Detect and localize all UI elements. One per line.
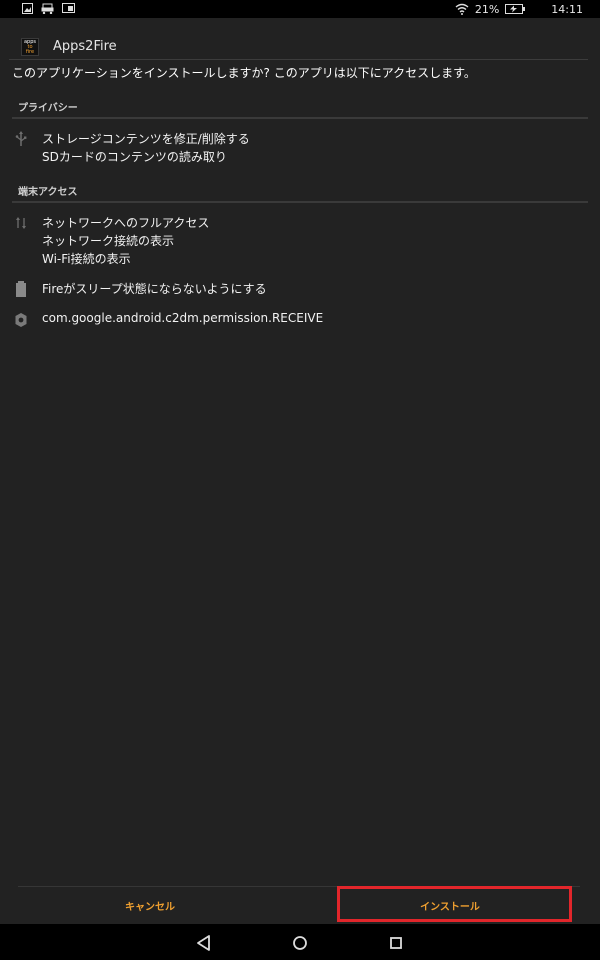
wifi-icon xyxy=(455,3,469,15)
header-divider xyxy=(9,59,588,60)
permission-item: ネットワークへのフルアクセス xyxy=(42,216,210,230)
status-bar: 21% 14:11 xyxy=(0,0,600,18)
recents-icon[interactable] xyxy=(386,933,406,953)
clock: 14:11 xyxy=(551,2,583,16)
section-title-privacy: プライバシー xyxy=(18,103,78,114)
permission-item: Wi-Fi接続の表示 xyxy=(42,252,131,266)
cast-icon xyxy=(62,3,75,13)
install-dialog-screen: 21% 14:11 apps to fire Apps2Fire このアプリケー… xyxy=(0,0,600,960)
navigation-bar xyxy=(0,924,600,960)
app-header: apps to fire Apps2Fire xyxy=(0,36,600,60)
install-button[interactable]: インストール xyxy=(300,887,600,923)
notification-icons xyxy=(22,3,75,14)
section-title-device-access: 端末アクセス xyxy=(18,187,78,198)
cancel-button[interactable]: キャンセル xyxy=(0,887,300,923)
back-icon[interactable] xyxy=(194,933,214,953)
image-icon xyxy=(22,3,33,14)
battery-icon xyxy=(16,281,26,297)
battery-charging-icon xyxy=(505,4,526,14)
home-icon[interactable] xyxy=(290,933,310,953)
network-arrows-icon xyxy=(16,217,26,229)
app-name: Apps2Fire xyxy=(53,39,117,54)
install-prompt: このアプリケーションをインストールしますか? このアプリは以下にアクセスします。 xyxy=(12,66,476,80)
permission-item: ネットワーク接続の表示 xyxy=(42,234,175,248)
usb-icon xyxy=(15,131,27,146)
battery-percent: 21% xyxy=(474,2,500,16)
permission-item: SDカードのコンテンツの読み取り xyxy=(42,150,227,164)
app-logo-line: fire xyxy=(25,49,35,55)
app-logo: apps to fire xyxy=(21,38,39,56)
system-indicators: 21% 14:11 xyxy=(455,2,583,16)
permission-item: Fireがスリープ状態にならないようにする xyxy=(42,282,267,296)
section-divider xyxy=(12,201,588,203)
permission-item: com.google.android.c2dm.permission.RECEI… xyxy=(42,311,324,325)
car-icon xyxy=(41,3,54,14)
permission-item: ストレージコンテンツを修正/削除する xyxy=(42,132,250,146)
gear-icon xyxy=(15,313,27,327)
section-divider xyxy=(12,117,588,119)
